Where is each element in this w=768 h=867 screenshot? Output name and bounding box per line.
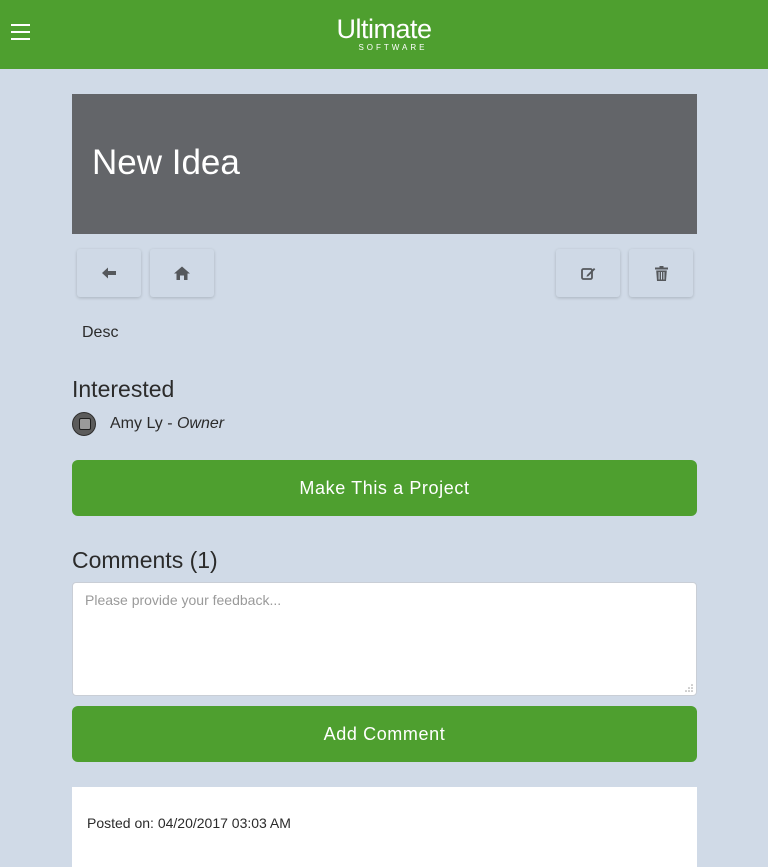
comment-card: Posted on: 04/20/2017 03:03 AM <box>72 787 697 867</box>
logo-subtitle: SOFTWARE <box>358 43 428 52</box>
avatar <box>72 411 96 436</box>
trash-icon <box>654 265 668 281</box>
comment-posted-on: Posted on: 04/20/2017 03:03 AM <box>87 815 291 831</box>
comments-heading: Comments (1) <box>72 547 218 573</box>
interested-member: Amy Ly - Owner <box>72 411 224 436</box>
logo-wordmark: Ultimate <box>336 14 432 44</box>
home-button[interactable] <box>150 249 214 297</box>
home-icon <box>174 266 190 280</box>
edit-icon <box>580 267 595 280</box>
member-name: Amy Ly <box>110 414 163 432</box>
resize-handle-icon[interactable] <box>684 683 694 693</box>
edit-button[interactable] <box>556 249 620 297</box>
comment-input[interactable] <box>72 582 697 696</box>
member-separator: - <box>162 414 177 432</box>
idea-description: Desc <box>82 324 119 341</box>
add-comment-button[interactable]: Add Comment <box>72 706 697 762</box>
make-project-button[interactable]: Make This a Project <box>72 460 697 516</box>
page-title: New Idea <box>92 143 240 182</box>
back-button[interactable] <box>77 249 141 297</box>
idea-title-banner: New Idea <box>72 94 697 234</box>
arrow-left-icon <box>102 267 116 279</box>
member-role: Owner <box>176 414 225 432</box>
top-navigation-bar: Ultimate SOFTWARE <box>0 0 768 69</box>
delete-button[interactable] <box>629 249 693 297</box>
interested-heading: Interested <box>72 376 175 402</box>
ultimate-software-logo[interactable]: Ultimate SOFTWARE <box>0 14 768 52</box>
